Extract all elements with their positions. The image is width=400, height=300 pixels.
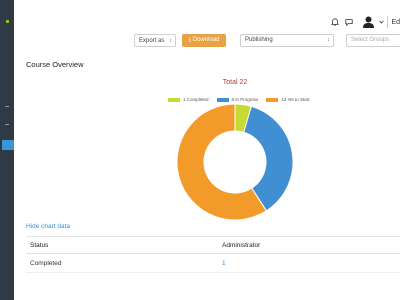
export-as-label: Export as [139,38,165,44]
sidebar-item-active[interactable] [2,140,14,150]
download-button[interactable]: ⤓ Download [182,34,226,47]
user-name-text[interactable]: Ed [391,19,400,26]
sidebar-item[interactable] [5,124,9,125]
status-table: Status Administrator Completed 1 [26,236,400,273]
groups-placeholder: Select Groups [351,37,390,43]
column-header-status[interactable]: Status [30,237,48,253]
download-label: Download [192,37,220,43]
chevron-down-icon[interactable] [378,17,384,27]
donut-chart [176,103,294,221]
divider [387,16,389,28]
toolbar: Export as ↕ ⤓ Download Publishing ↕ Sele… [0,34,400,48]
chat-bubble-icon[interactable] [344,17,354,27]
table-cell-status: Completed [30,259,62,267]
column-header-administrator[interactable]: Administrator [222,237,260,253]
publishing-value: Publishing [245,37,273,43]
table-cell-administrator-count[interactable]: 1 [222,254,226,272]
notification-bell-icon[interactable] [330,17,340,27]
table-header-row: Status Administrator [26,236,400,254]
download-icon: ⤓ [188,37,192,43]
sidebar-item[interactable] [5,106,9,107]
export-as-button[interactable]: Export as ↕ [134,34,176,47]
user-avatar-icon[interactable] [362,16,374,28]
topbar: Ed [326,14,400,30]
page-title: Course Overview [26,60,84,69]
sidebar-status-dot [6,20,9,23]
updown-caret-icon: ↕ [327,37,331,43]
table-row: Completed 1 [26,254,400,273]
publishing-select[interactable]: Publishing ↕ [240,34,334,47]
chart-title: Total 22 [222,79,248,86]
updown-caret-icon: ↕ [169,38,173,44]
hide-chart-data-link[interactable]: Hide chart data [26,223,70,230]
groups-select[interactable]: Select Groups [346,34,400,47]
